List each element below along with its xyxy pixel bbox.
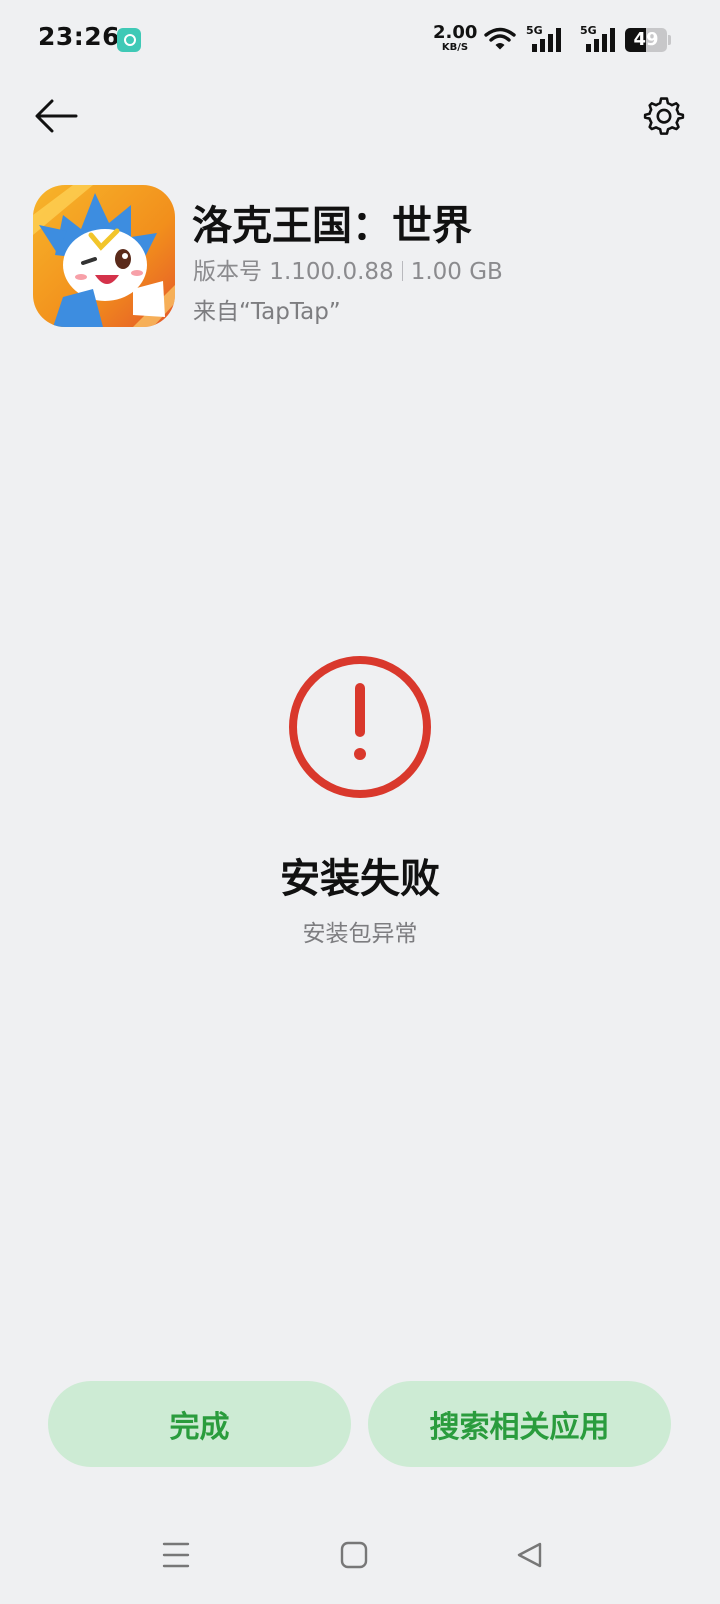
error-circle-icon bbox=[289, 656, 431, 798]
home-square-icon[interactable] bbox=[340, 1541, 368, 1569]
network-speed-value: 2.00 bbox=[433, 22, 478, 43]
back-triangle-icon[interactable] bbox=[516, 1541, 544, 1569]
meta-divider bbox=[401, 261, 403, 281]
done-button[interactable]: 完成 bbox=[48, 1381, 351, 1467]
network-speed: 2.00 KB/S bbox=[433, 24, 477, 53]
status-time: 23:26 bbox=[38, 22, 121, 51]
result-title: 安装失败 bbox=[280, 856, 440, 902]
app-icon bbox=[33, 185, 175, 327]
result-subtitle: 安装包异常 bbox=[302, 921, 418, 947]
cellular-signal-2-icon: 5G bbox=[578, 24, 626, 54]
gear-icon bbox=[643, 97, 685, 135]
battery-icon: 49 bbox=[625, 28, 667, 52]
signal-2-label: 5G bbox=[580, 24, 597, 37]
app-version: 版本号 1.100.0.88 bbox=[193, 259, 394, 285]
search-related-apps-button[interactable]: 搜索相关应用 bbox=[368, 1381, 671, 1467]
battery-level: 49 bbox=[633, 29, 659, 50]
app-meta: 版本号 1.100.0.88 1.00 GB bbox=[193, 252, 503, 286]
network-speed-unit: KB/S bbox=[441, 42, 469, 53]
back-button[interactable] bbox=[28, 88, 84, 144]
notification-app-icon bbox=[117, 28, 141, 52]
app-name: 洛克王国：世界 bbox=[192, 203, 472, 249]
arrow-left-icon bbox=[35, 99, 78, 133]
battery-cap bbox=[668, 35, 671, 45]
app-source: 来自“TapTap” bbox=[193, 299, 341, 325]
wifi-icon bbox=[484, 27, 516, 50]
signal-1-label: 5G bbox=[526, 24, 543, 37]
app-size: 1.00 GB bbox=[410, 259, 503, 285]
status-bar: 23:26 2.00 KB/S 5G 5G 49 bbox=[0, 0, 720, 80]
settings-button[interactable] bbox=[636, 88, 692, 144]
menu-icon[interactable] bbox=[162, 1541, 190, 1569]
cellular-signal-1-icon: 5G bbox=[524, 24, 572, 54]
